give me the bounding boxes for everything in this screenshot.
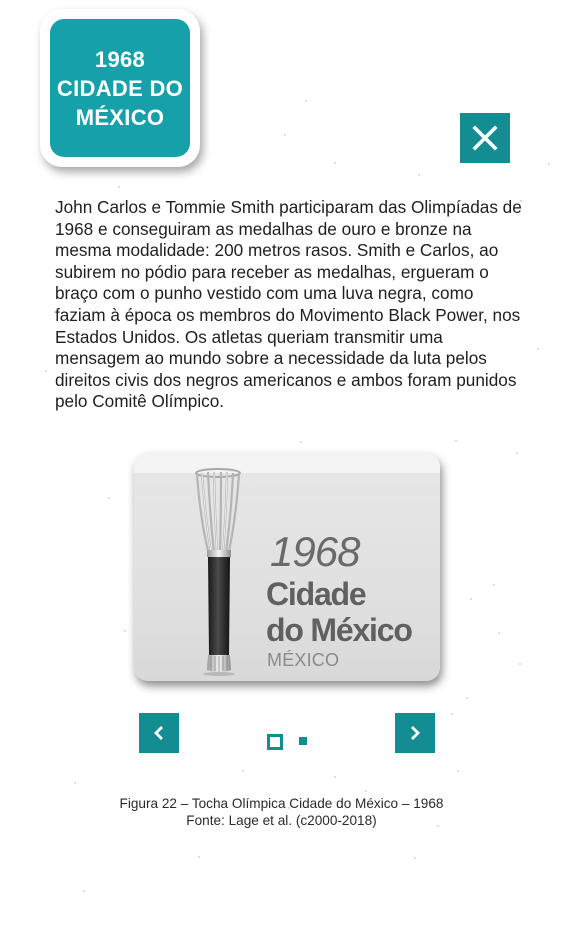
previous-button[interactable] xyxy=(139,713,179,753)
figure-caption: Figura 22 – Tocha Olímpica Cidade do Méx… xyxy=(119,796,444,811)
figure-source: Fonte: Lage et al. (c2000-2018) xyxy=(186,813,377,828)
figure-image: 1968 Cidade do México MÉXICO xyxy=(134,453,440,681)
pagination-dot[interactable] xyxy=(299,737,307,745)
body-paragraph: John Carlos e Tommie Smith participaram … xyxy=(55,197,522,412)
torch-image xyxy=(195,468,241,676)
figure-city-line2: do México xyxy=(266,612,413,648)
close-icon xyxy=(472,125,498,151)
title-city: CIDADE DO xyxy=(56,75,184,101)
chevron-right-icon xyxy=(411,726,420,740)
chevron-left-icon xyxy=(154,726,163,740)
close-button[interactable] xyxy=(460,113,510,163)
next-button[interactable] xyxy=(395,713,435,753)
pagination-dot-active[interactable] xyxy=(267,734,283,750)
figure-top-band xyxy=(134,453,440,473)
figure-city-line1: Cidade xyxy=(266,576,367,612)
figure-year: 1968 xyxy=(270,528,360,575)
title-card: 1968 CIDADE DO MÉXICO xyxy=(40,9,200,167)
title-badge: 1968 CIDADE DO MÉXICO xyxy=(50,19,190,157)
figure-city: Cidade do México xyxy=(266,576,413,648)
title-year: 1968 xyxy=(94,46,146,72)
title-country: MÉXICO xyxy=(75,104,165,130)
figure-country: MÉXICO xyxy=(267,650,340,670)
